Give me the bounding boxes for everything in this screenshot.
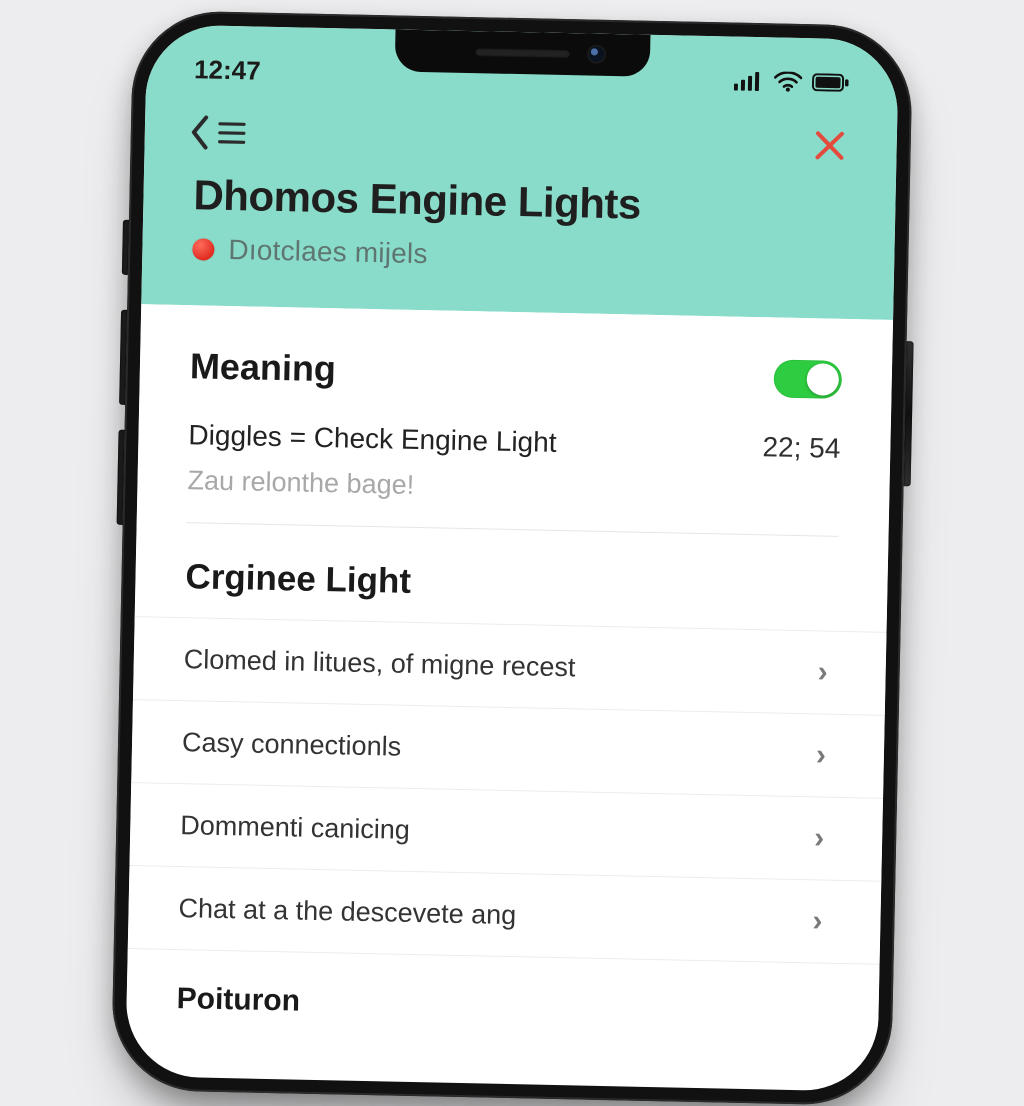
- screen: 12:47: [125, 24, 899, 1092]
- page-title: Dhomos Engine Lights: [193, 171, 846, 233]
- status-icons: [734, 71, 850, 93]
- list-item[interactable]: Casy connectionls ›: [131, 700, 885, 799]
- chevron-right-icon: ›: [812, 904, 823, 938]
- close-icon: [812, 128, 847, 163]
- list-item[interactable]: Dommenti canicing ›: [129, 783, 883, 882]
- content: Meaning Diggles = Check Engine Light 22;…: [126, 304, 893, 1031]
- list-item[interactable]: Chat at a the descevete ang ›: [128, 866, 882, 965]
- volume-up-button: [119, 310, 127, 405]
- section-meaning: Meaning Diggles = Check Engine Light 22;…: [137, 304, 893, 537]
- subtitle-row: Dıotclaes mijels: [192, 233, 845, 279]
- wifi-icon: [774, 71, 802, 92]
- close-button[interactable]: [812, 128, 847, 163]
- chevron-right-icon: ›: [817, 655, 828, 689]
- meaning-row-label: Diggles = Check Engine Light: [188, 419, 557, 459]
- menu-icon: [217, 120, 248, 147]
- back-menu-button[interactable]: [186, 113, 247, 152]
- crginee-heading: Crginee Light: [135, 522, 889, 622]
- power-button: [904, 341, 914, 486]
- front-camera: [589, 47, 604, 62]
- phone-frame: 12:47: [111, 10, 913, 1106]
- chevron-left-icon: [186, 113, 213, 152]
- list-item-label: Casy connectionls: [182, 727, 402, 763]
- list-item[interactable]: Clomed in litues, of migne recest ›: [133, 616, 887, 716]
- meaning-heading: Meaning: [190, 345, 337, 390]
- volume-down-button: [117, 430, 125, 525]
- meaning-toggle[interactable]: [773, 359, 842, 398]
- cellular-icon: [734, 71, 764, 92]
- chevron-right-icon: ›: [814, 821, 825, 855]
- speaker-grille: [475, 48, 570, 58]
- chevron-right-icon: ›: [816, 738, 827, 772]
- list-item-label: Clomed in litues, of migne recest: [183, 644, 575, 683]
- list-item-label: Chat at a the descevete ang: [178, 893, 516, 931]
- status-dot-icon: [192, 238, 214, 260]
- meaning-row-value: 22; 54: [762, 431, 841, 465]
- crginee-list: Clomed in litues, of migne recest › Casy…: [128, 616, 887, 965]
- list-item-label: Dommenti canicing: [180, 810, 410, 846]
- side-button: [122, 220, 129, 275]
- page-subtitle: Dıotclaes mijels: [228, 234, 428, 270]
- title-block: Dhomos Engine Lights Dıotclaes mijels: [142, 162, 896, 280]
- status-time: 12:47: [194, 54, 261, 86]
- battery-icon: [812, 73, 850, 92]
- toggle-knob: [806, 363, 839, 396]
- notch: [395, 29, 651, 76]
